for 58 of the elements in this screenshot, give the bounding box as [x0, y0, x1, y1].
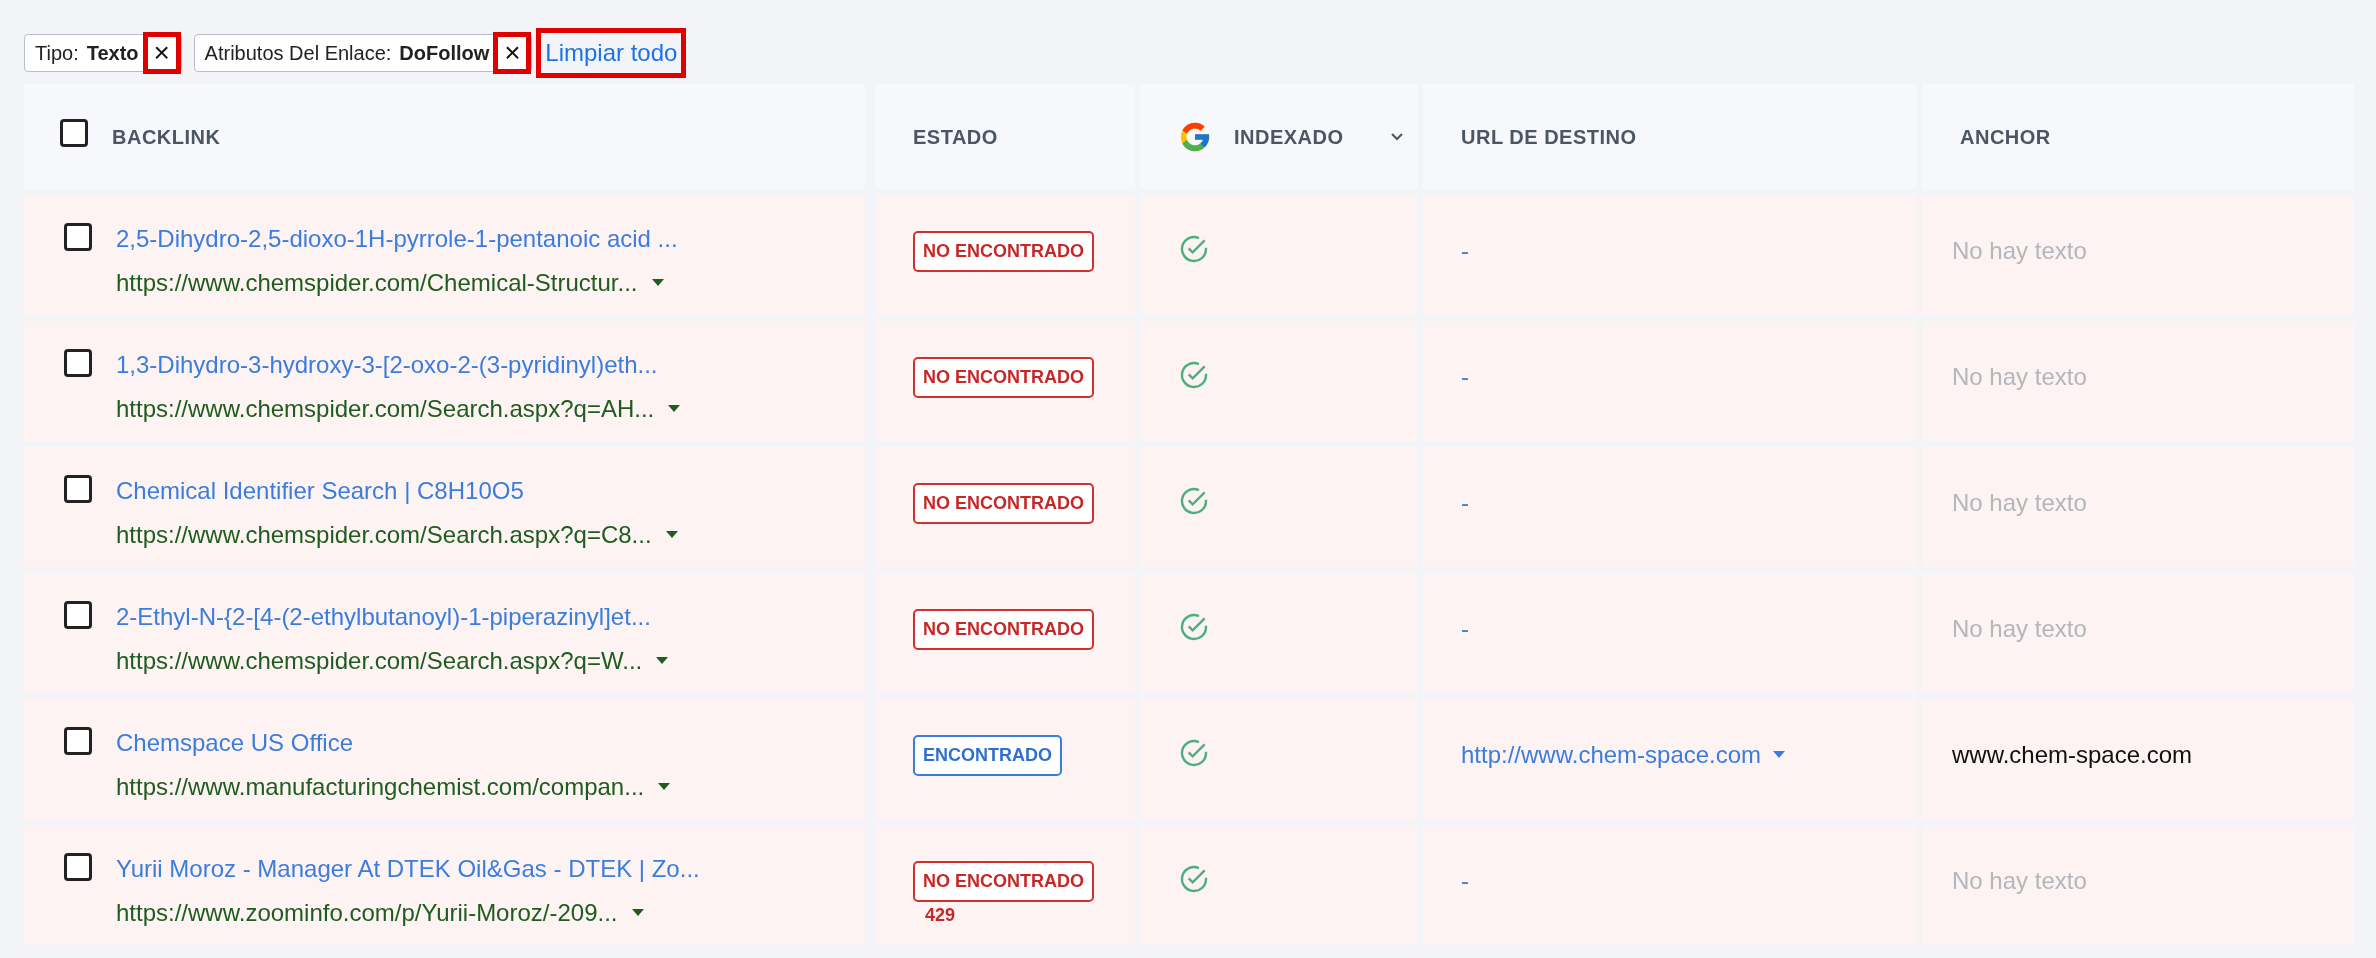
column-title: URL DE DESTINO [1461, 124, 1637, 150]
backlink-title-link[interactable]: 2,5-Dihydro-2,5-dioxo-1H-pyrrole-1-pentanoic acid ... [116, 221, 678, 257]
anchor-text: No hay texto [1952, 237, 2087, 264]
empty-target-dash: - [1461, 237, 1469, 264]
caret-icon[interactable] [665, 531, 678, 539]
backlink-url-link[interactable]: https://www.chemspider.com/Search.aspx?q=AH... [116, 391, 655, 427]
anchor-text: No hay texto [1952, 489, 2087, 516]
caret-icon[interactable] [1773, 751, 1786, 759]
caret-icon[interactable] [668, 405, 681, 413]
caret-icon[interactable] [631, 909, 644, 917]
backlink-url-link[interactable]: https://www.zoominfo.com/p/Yurii-Moroz/-209... [116, 895, 618, 931]
column-title: INDEXADO [1234, 124, 1344, 150]
backlink-title-link[interactable]: 2-Ethyl-N-{2-[4-(2-ethylbutanoyl)-1-piperazinyl]et... [116, 599, 669, 635]
caret-icon[interactable] [656, 657, 669, 665]
status-badge: NO ENCONTRADO [913, 231, 1094, 272]
status-badge: NO ENCONTRADO [913, 357, 1094, 398]
anchor-text: No hay texto [1952, 363, 2087, 390]
column-title: ANCHOR [1960, 124, 2051, 150]
status-badge: NO ENCONTRADO [913, 861, 1094, 902]
status-badge: NO ENCONTRADO [913, 483, 1094, 524]
column-title: BACKLINK [112, 124, 221, 150]
backlink-url-link[interactable]: https://www.chemspider.com/Search.aspx?q=W... [116, 643, 643, 679]
backlink-title-link[interactable]: Chemspace US Office [116, 725, 671, 761]
filter-label: Atributos Del Enlace: [204, 41, 392, 66]
checkbox[interactable] [64, 727, 92, 755]
checkbox[interactable] [60, 119, 88, 147]
anchor-text: www.chem-space.com [1952, 741, 2193, 768]
backlink-title-link[interactable]: Yurii Moroz - Manager At DTEK Oil&Gas - DTEK | Zo... [116, 851, 700, 887]
status-code: 429 [925, 904, 956, 927]
filter-value: Texto [86, 41, 139, 66]
remove-filter-button[interactable]: × [493, 32, 532, 74]
caret-icon[interactable] [651, 279, 664, 287]
empty-target-dash: - [1461, 363, 1469, 390]
checkbox[interactable] [64, 601, 92, 629]
backlink-title-link[interactable]: Chemical Identifier Search | C8H10O5 [116, 473, 678, 509]
filter-label: Tipo: [35, 41, 79, 66]
target-url-link[interactable]: http://www.chem-space.com [1461, 737, 1762, 773]
anchor-text: No hay texto [1952, 615, 2087, 642]
status-badge: ENCONTRADO [913, 735, 1062, 776]
caret-icon[interactable] [658, 783, 671, 791]
remove-filter-button[interactable]: × [142, 32, 181, 74]
status-badge: NO ENCONTRADO [913, 609, 1094, 650]
anchor-text: No hay texto [1952, 867, 2087, 894]
empty-target-dash: - [1461, 867, 1469, 894]
backlink-title-link[interactable]: 1,3-Dihydro-3-hydroxy-3-[2-oxo-2-(3-pyridinyl)eth... [116, 347, 681, 383]
checkbox[interactable] [64, 853, 92, 881]
checkbox[interactable] [64, 349, 92, 377]
empty-target-dash: - [1461, 489, 1469, 516]
chevron-down-icon[interactable] [1390, 131, 1404, 142]
checkbox[interactable] [64, 223, 92, 251]
filter-value: DoFollow [399, 41, 490, 66]
backlink-url-link[interactable]: https://www.chemspider.com/Chemical-Structur... [116, 265, 638, 301]
backlink-url-link[interactable]: https://www.chemspider.com/Search.aspx?q=C8... [116, 517, 652, 553]
column-title: ESTADO [913, 124, 998, 150]
checkbox[interactable] [64, 475, 92, 503]
clear-all-link[interactable]: Limpiar todo [536, 28, 687, 78]
backlink-url-link[interactable]: https://www.manufacturingchemist.com/compan... [116, 769, 645, 805]
empty-target-dash: - [1461, 615, 1469, 642]
